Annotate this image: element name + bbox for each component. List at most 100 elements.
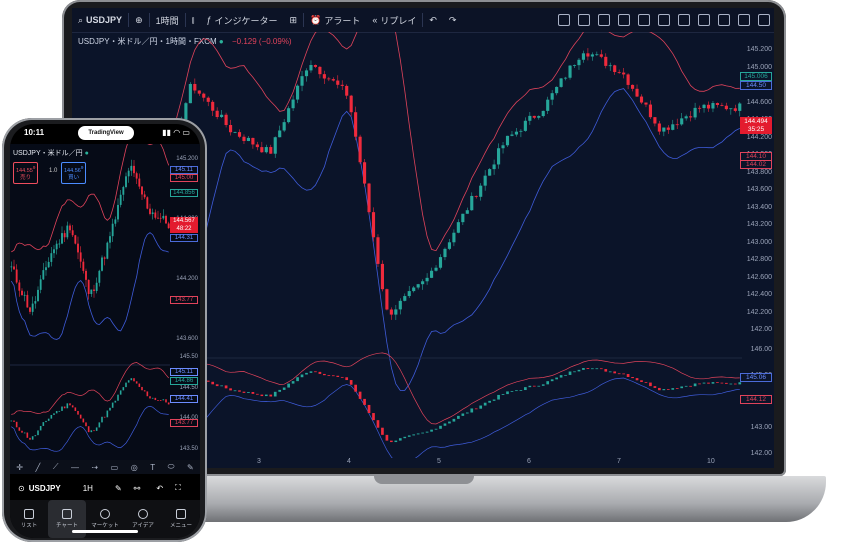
phone-symbol[interactable]: USDJPY [29, 484, 61, 493]
ellipse-icon[interactable]: ⬭ [168, 462, 175, 472]
lower-candle [693, 383, 697, 387]
candle-body [269, 147, 273, 154]
lower-pane-tick-label: 146.00 [750, 346, 772, 353]
path-icon[interactable]: ⇢ [91, 463, 98, 472]
ray-icon[interactable]: ⟋ [53, 462, 59, 472]
draw-icon[interactable]: ✎ [115, 484, 122, 493]
candle-body [106, 242, 109, 259]
lower-candle [492, 399, 496, 401]
brush-icon[interactable] [618, 14, 630, 26]
text-icon[interactable] [638, 14, 650, 26]
circle-icon[interactable] [678, 14, 690, 26]
lower-pane-tick-label: 143.00 [750, 424, 772, 431]
list-icon [24, 509, 34, 519]
ellipse-icon[interactable] [698, 14, 710, 26]
interval-button[interactable]: 1時間 [150, 14, 185, 27]
lower-candle [143, 390, 146, 392]
price-axis[interactable]: 145.200145.000144.800144.600144.400144.2… [740, 32, 774, 468]
candle-body [103, 257, 106, 259]
sell-button[interactable]: 144.559 売り [13, 162, 39, 184]
alert-button[interactable]: ⏰ アラート [304, 14, 366, 27]
lower-candle [671, 388, 675, 390]
fullscreen-icon[interactable]: ⛶ [175, 483, 181, 493]
lower-candle [39, 425, 42, 431]
candle-body [724, 105, 728, 110]
candle-body [738, 103, 742, 111]
tab-label: リスト [20, 523, 38, 529]
lower-candle [358, 391, 362, 399]
lower-candle [141, 386, 143, 391]
phone-chart[interactable]: USDJPY・米ドル／円 ● 144.559 売り 1.0 144.569 買い 1… [10, 144, 200, 470]
time-tick-label: 5 [437, 458, 441, 465]
candle-body [590, 54, 594, 57]
settings-icon[interactable] [738, 14, 750, 26]
lower-candle [707, 382, 710, 384]
zoom-icon[interactable] [718, 14, 730, 26]
lower-candle [111, 402, 114, 408]
lower-candle [345, 377, 349, 381]
candle-body [483, 175, 487, 186]
spread-value: 1.0 [49, 168, 58, 174]
candle-body [447, 242, 451, 249]
candle-body [151, 212, 154, 214]
lower-candle [573, 371, 576, 373]
candle-body [157, 217, 159, 219]
trendline-icon[interactable] [578, 14, 590, 26]
fib-icon[interactable] [598, 14, 610, 26]
hline-icon[interactable]: — [71, 463, 79, 472]
lower-candle [564, 374, 567, 376]
candle-body [443, 248, 447, 258]
tab-menu[interactable]: メニュー [162, 500, 200, 538]
tradingview-logo: TradingView [88, 130, 124, 136]
indicators-button[interactable]: ƒ インジケーター [201, 14, 284, 27]
tab-list[interactable]: リスト [10, 500, 48, 538]
lower-tag-lower: 144.12 [740, 395, 772, 404]
sell-label: 売り [20, 174, 32, 181]
lower-candle [367, 404, 371, 414]
text-icon[interactable]: T [150, 463, 155, 472]
rectangle-icon[interactable]: ▭ [111, 463, 119, 472]
camera-icon[interactable] [758, 14, 770, 26]
candle-body [255, 144, 259, 148]
circle-icon[interactable]: ◎ [131, 463, 138, 472]
candle-body [358, 136, 362, 163]
chart-icon [62, 509, 72, 519]
candle-body [733, 108, 737, 111]
undo-button[interactable]: ↶ [423, 15, 443, 26]
symbol-selector[interactable]: ⌕ USDJPY [72, 15, 128, 26]
lower-candle [591, 368, 594, 370]
candle-body [532, 115, 536, 118]
crosshair-icon[interactable]: ✛ [16, 463, 23, 472]
templates-button[interactable]: ⊞ [284, 15, 304, 26]
candle-body [149, 208, 151, 214]
lower-candle [224, 385, 228, 389]
candle-body [93, 289, 95, 291]
candle-body [698, 107, 702, 109]
crosshair-icon[interactable] [558, 14, 570, 26]
lower-candle [448, 421, 451, 424]
brush-icon[interactable]: ✎ [187, 463, 194, 472]
indicator-icon[interactable]: ⚯ [134, 484, 141, 493]
trendline-icon[interactable]: ╱ [35, 463, 40, 472]
candle-body [376, 237, 380, 264]
compare-button[interactable]: ⊕ [129, 15, 149, 26]
phone-interval[interactable]: 1H [83, 484, 93, 493]
rectangle-icon[interactable] [658, 14, 670, 26]
lower-candle [251, 392, 255, 394]
price-tag-t1: 145.11 [170, 166, 198, 174]
candle-body [45, 267, 47, 271]
lower-candle [608, 371, 612, 373]
lower-candle [425, 431, 429, 433]
redo-button[interactable]: ↷ [443, 15, 463, 26]
buy-button[interactable]: 144.569 買い [61, 162, 87, 184]
lower-candle [63, 406, 66, 409]
lower-candle [53, 413, 55, 415]
candle-body [98, 270, 101, 283]
chart-type-button[interactable]: ⫾ [186, 15, 201, 26]
lower-candle [363, 398, 366, 405]
candle-body [63, 233, 66, 238]
undo-icon[interactable]: ↶ [156, 484, 163, 493]
replay-button[interactable]: «リプレイ [366, 14, 422, 27]
lower-candle [376, 420, 380, 428]
lower-candle [314, 371, 317, 373]
